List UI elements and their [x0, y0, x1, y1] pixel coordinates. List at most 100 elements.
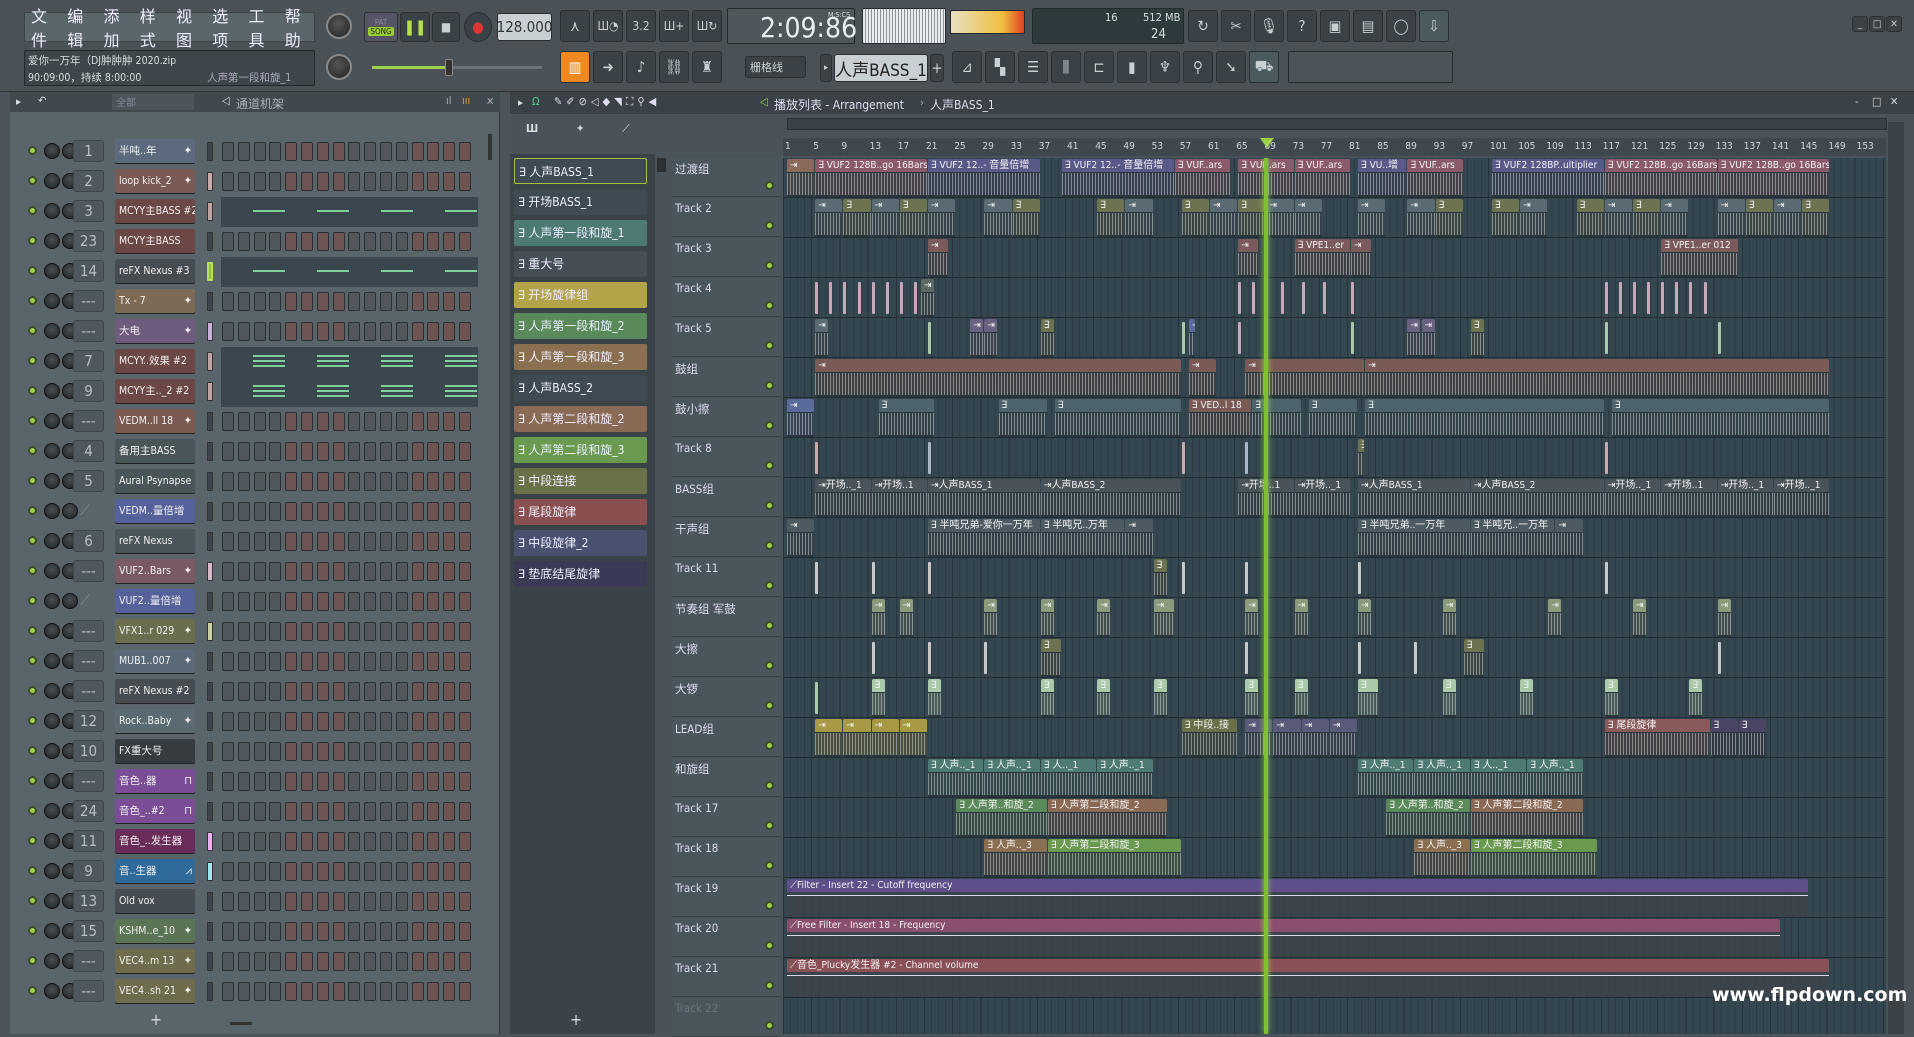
step-button[interactable]	[364, 172, 377, 191]
clip[interactable]: ∃	[1576, 199, 1604, 237]
mute-led[interactable]	[28, 626, 37, 635]
step-button[interactable]	[443, 592, 456, 611]
track-mute-led[interactable]	[765, 1021, 774, 1030]
step-button[interactable]	[316, 832, 329, 851]
track-mute-led[interactable]	[765, 781, 774, 790]
step-button[interactable]	[316, 592, 329, 611]
arrow-icon[interactable]: ➜	[593, 51, 623, 83]
step-button[interactable]	[316, 682, 329, 701]
audio-slice[interactable]	[1604, 282, 1608, 314]
step-button[interactable]	[427, 982, 440, 1001]
piano-roll-icon[interactable]: ⊿	[952, 51, 982, 83]
clip[interactable]: ⇥	[815, 199, 843, 237]
step-button[interactable]	[316, 862, 329, 881]
step-button[interactable]	[269, 532, 282, 551]
pan-knob[interactable]	[44, 773, 60, 789]
step-button[interactable]	[316, 562, 329, 581]
browser-icon[interactable]: ⊏	[1084, 51, 1114, 83]
step-button[interactable]	[222, 862, 234, 881]
step-button[interactable]	[285, 502, 298, 521]
step-button[interactable]	[380, 712, 392, 731]
clip[interactable]: ∃	[1097, 199, 1125, 237]
audio-slice[interactable]	[1181, 562, 1185, 594]
playlist-grid[interactable]: ⇥ ∃ VUF2 128B..go 16Bars ∃ VUF2 12..- 音量倍增…	[783, 158, 1886, 1034]
clip[interactable]: ⇥开场..1	[871, 479, 927, 517]
step-button[interactable]	[332, 802, 345, 821]
channel-row[interactable]: --- MUB1..007 ✦	[10, 647, 490, 675]
step-button[interactable]	[222, 832, 234, 851]
clip[interactable]: ⇥	[928, 239, 949, 277]
step-button[interactable]	[348, 292, 361, 311]
audio-slice[interactable]	[1280, 282, 1284, 314]
audio-slice[interactable]	[1618, 282, 1622, 314]
clip[interactable]: ∃ 中段..接	[1181, 719, 1238, 757]
step-button[interactable]	[301, 592, 313, 611]
clip[interactable]: ∃	[1358, 439, 1365, 477]
step-button[interactable]	[348, 832, 361, 851]
pan-knob[interactable]	[44, 803, 60, 819]
step-button[interactable]	[427, 472, 440, 491]
clip[interactable]: ⇥	[1520, 199, 1548, 237]
step-button[interactable]	[237, 622, 250, 641]
step-button[interactable]	[348, 922, 361, 941]
clip[interactable]: ⇥	[928, 199, 956, 237]
clip[interactable]: ∃ 尾段旋律	[1604, 719, 1710, 757]
step-button[interactable]	[285, 922, 298, 941]
step-button[interactable]	[380, 562, 392, 581]
step-button[interactable]	[364, 982, 377, 1001]
mute-led[interactable]	[28, 536, 37, 545]
mute-led[interactable]	[28, 596, 37, 605]
mute-led[interactable]	[28, 656, 37, 665]
clip[interactable]: ⇥	[1210, 199, 1238, 237]
step-button[interactable]	[285, 562, 298, 581]
step-button[interactable]	[316, 532, 329, 551]
step-button[interactable]	[380, 322, 392, 341]
clip[interactable]: ∃ VUF2 128BP..ultiplier	[1492, 159, 1604, 197]
step-button[interactable]	[427, 802, 440, 821]
step-button[interactable]	[222, 532, 234, 551]
channel-name-button[interactable]: loop kick_2 ✦	[115, 169, 195, 193]
step-button[interactable]	[411, 622, 424, 641]
track-header[interactable]: Track 4	[672, 278, 780, 317]
step-button[interactable]	[253, 712, 266, 731]
rack-hscroll[interactable]	[230, 1022, 252, 1025]
channel-name-button[interactable]: Aural Psynapse	[115, 469, 195, 493]
step-button[interactable]	[364, 622, 377, 641]
rack-scrollbar[interactable]	[488, 134, 492, 160]
clip[interactable]: ∃	[1358, 679, 1379, 717]
channel-name-button[interactable]: Rock..Baby ✦	[115, 709, 195, 733]
step-button[interactable]	[459, 322, 471, 341]
clip[interactable]: ∃ 人声第..和旋_2	[1386, 799, 1470, 837]
step-button[interactable]	[301, 952, 313, 971]
clip[interactable]: ⇥	[1633, 599, 1647, 637]
step-button[interactable]	[285, 292, 298, 311]
step-button[interactable]	[459, 982, 471, 1001]
step-button[interactable]	[395, 622, 408, 641]
channel-name-button[interactable]: 音色..器 ⊓	[115, 769, 195, 793]
mute-led[interactable]	[28, 776, 37, 785]
step-button[interactable]	[348, 142, 361, 161]
step-button[interactable]	[348, 682, 361, 701]
step-button[interactable]	[301, 322, 313, 341]
clip[interactable]: ⇥	[1273, 719, 1301, 757]
track-mute-led[interactable]	[765, 181, 774, 190]
step-button[interactable]	[427, 412, 440, 431]
mixer-track-number[interactable]: 13	[73, 890, 104, 912]
clip[interactable]: ⇥	[984, 199, 1012, 237]
select-strip[interactable]	[207, 862, 213, 881]
step-button[interactable]	[285, 742, 298, 761]
channel-row[interactable]: 24 音色_..#2 ⊓	[10, 797, 490, 825]
audio-slice[interactable]	[1252, 282, 1256, 314]
step-button[interactable]	[332, 922, 345, 941]
pattern-item[interactable]: ∃ 尾段旋律	[514, 499, 647, 525]
volume-knob[interactable]	[62, 503, 78, 519]
mixer-track-number[interactable]: 6	[73, 530, 104, 552]
step-button[interactable]	[316, 922, 329, 941]
clip[interactable]: ⇥	[1125, 199, 1153, 237]
select-strip[interactable]	[207, 712, 213, 731]
step-button[interactable]	[237, 922, 250, 941]
step-button[interactable]	[411, 502, 424, 521]
pan-knob[interactable]	[44, 923, 60, 939]
step-button[interactable]	[395, 982, 408, 1001]
mixer-track-number[interactable]: 2	[73, 170, 104, 192]
